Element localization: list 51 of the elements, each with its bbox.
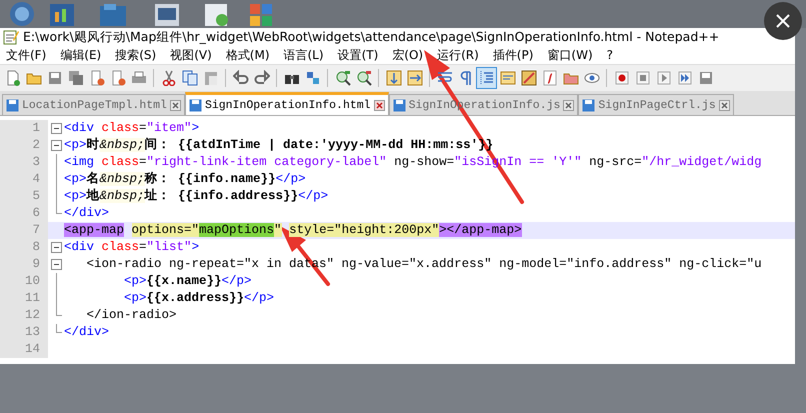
line-number: 14 [0, 341, 48, 358]
code-line: <p>{{x.name}}</p> [123, 273, 252, 290]
line-number: 12 [0, 307, 48, 324]
fold-toggle-icon[interactable] [50, 256, 62, 273]
line-number: 2 [0, 137, 48, 154]
menu-item[interactable]: 编辑(E) [60, 46, 102, 64]
close-icon[interactable] [374, 100, 385, 110]
menu-item[interactable]: 视图(V) [170, 46, 212, 64]
close-icon[interactable] [563, 100, 574, 110]
line-number: 4 [0, 171, 48, 188]
code-line: </div> [64, 324, 110, 341]
close-icon[interactable] [170, 100, 181, 110]
line-number: 13 [0, 324, 48, 341]
code-line: <app-map options="mapOptions" style="height:200px"></app-map> [64, 222, 522, 239]
line-number: 10 [0, 273, 48, 290]
code-line: </div> [64, 205, 110, 222]
file-tab[interactable]: SignInPageCtrl.js [578, 94, 734, 115]
menu-item[interactable]: 语言(L) [284, 46, 324, 64]
code-line: <p>{{x.address}}</p> [123, 290, 274, 307]
code-line: <p>地&nbsp;址： {{info.address}}</p> [64, 188, 328, 205]
close-icon [775, 13, 791, 29]
fold-toggle-icon[interactable] [50, 137, 62, 154]
line-number: 11 [0, 290, 48, 307]
menu-item[interactable]: 宏(O) [392, 46, 424, 64]
code-line: </ion-radio> [86, 307, 177, 324]
menu-item[interactable]: 搜索(S) [115, 46, 156, 64]
menu-item[interactable]: ? [606, 48, 613, 62]
line-number: 7 [0, 222, 48, 239]
line-number: 6 [0, 205, 48, 222]
code-line: <p>名&nbsp;称： {{info.name}}</p> [64, 171, 306, 188]
menu-item[interactable]: 窗口(W) [547, 46, 593, 64]
line-number: 8 [0, 239, 48, 256]
menu-item[interactable]: 运行(R) [437, 46, 479, 64]
menu-item[interactable]: 文件(F) [6, 46, 46, 64]
indent-guide-icon[interactable] [476, 67, 497, 89]
close-icon[interactable] [718, 100, 730, 110]
code-line: <div class="list"> [64, 239, 200, 256]
line-number: 5 [0, 188, 48, 205]
file-tab[interactable]: SignInOperationInfo.html [184, 92, 389, 115]
menu-item[interactable]: 设置(T) [338, 46, 378, 64]
file-tab[interactable]: LocationPageTmpl.html [2, 94, 185, 115]
fold-toggle-icon[interactable] [50, 120, 62, 137]
menu-item[interactable]: 插件(P) [492, 46, 534, 64]
line-number: 3 [0, 154, 48, 171]
line-number: 1 [0, 120, 48, 137]
fold-toggle-icon[interactable] [50, 239, 62, 256]
code-line: <div class="item"> [64, 120, 200, 137]
line-number: 9 [0, 256, 48, 273]
fold-line [56, 324, 62, 333]
menu-item[interactable]: 格式(M) [226, 46, 270, 64]
window-title: E:\work\飓风行动\Map组件\hr_widget\WebRoot\widgets\attendance\page\SignInOperationInfo.html - Notepad++ [23, 28, 720, 46]
